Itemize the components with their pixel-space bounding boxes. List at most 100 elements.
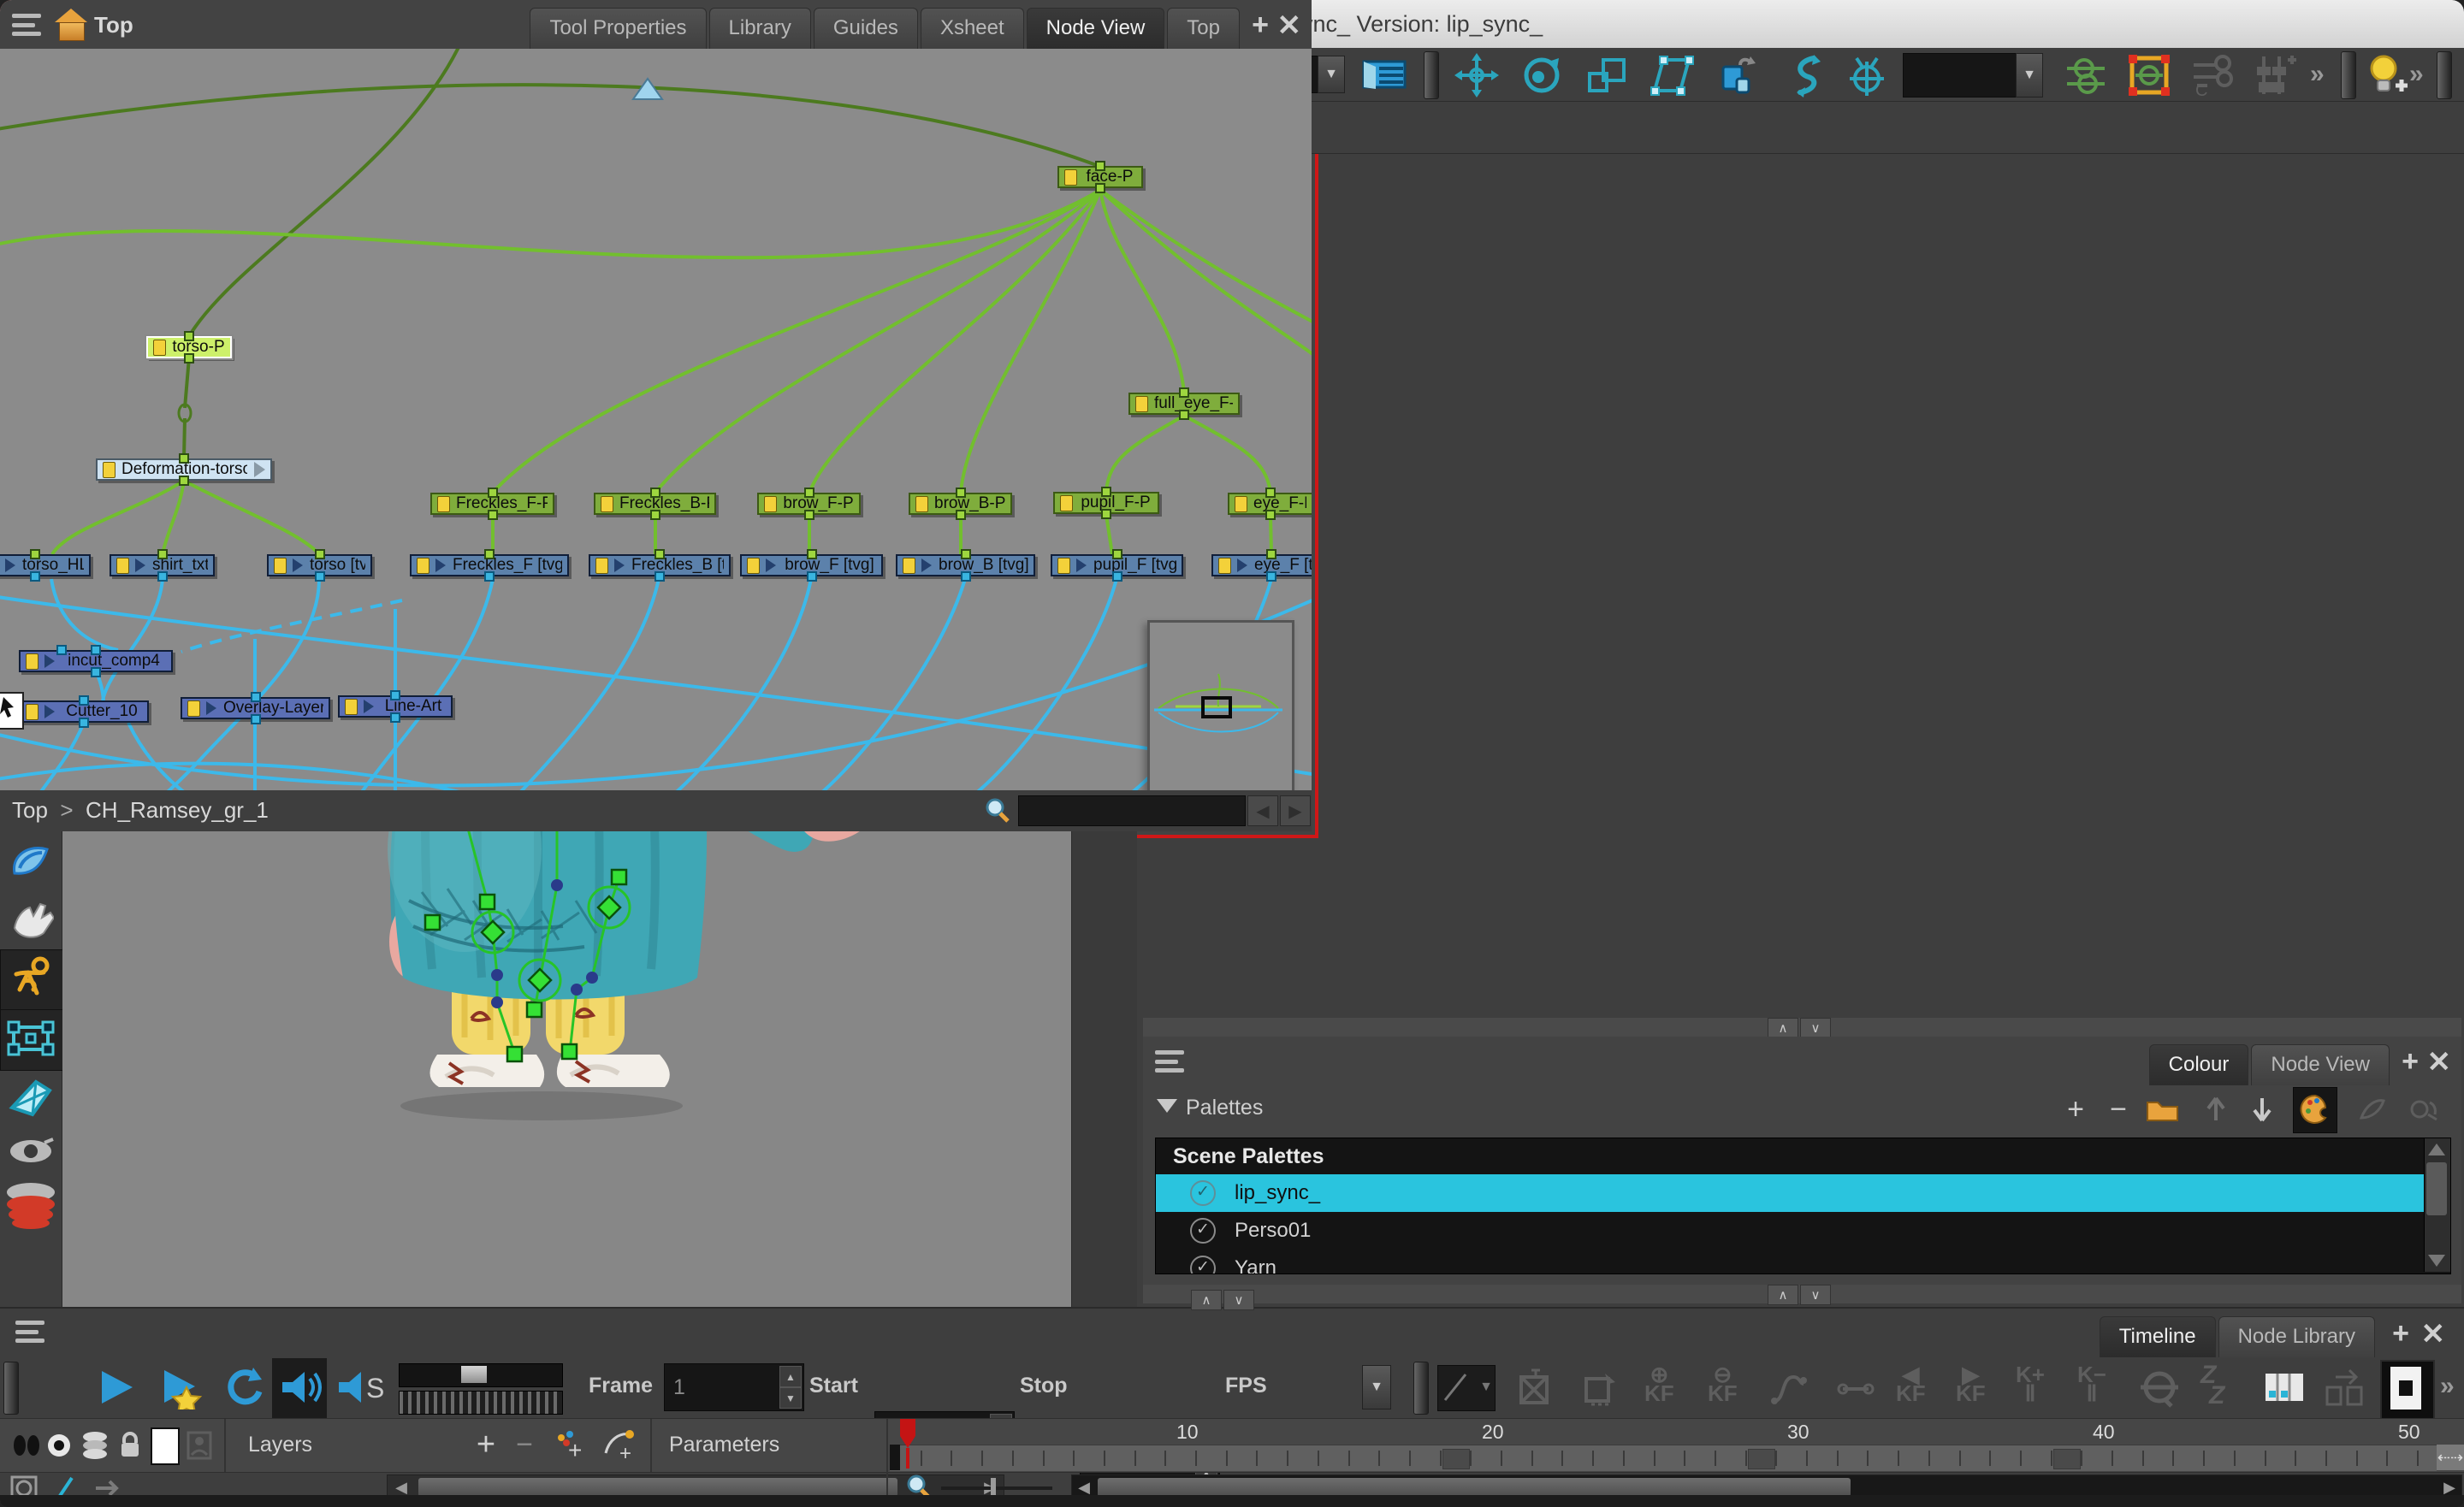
palette-check-icon[interactable]: ✓ bbox=[1190, 1218, 1216, 1244]
workspace-icon[interactable] bbox=[1360, 55, 1408, 94]
next-keyframe-icon[interactable]: ▶KF bbox=[1956, 1365, 1986, 1403]
node-out-port[interactable] bbox=[807, 571, 817, 582]
node-face-P[interactable]: face-P bbox=[1057, 166, 1143, 188]
node-in-port[interactable] bbox=[654, 549, 665, 559]
node-in-port[interactable] bbox=[79, 695, 89, 706]
sound-scrub-icon[interactable]: S bbox=[335, 1365, 387, 1409]
node-Freckles_F[tvg][interactable]: Freckles_F [tvg] bbox=[410, 554, 569, 576]
node-expand-icon[interactable] bbox=[254, 462, 265, 477]
tab-guides[interactable]: Guides bbox=[814, 8, 918, 49]
node-in-port[interactable] bbox=[488, 488, 498, 498]
node-in-port[interactable] bbox=[1179, 387, 1189, 398]
node-Line-Art[interactable]: Line-Art bbox=[338, 695, 453, 718]
node-in-port[interactable] bbox=[315, 549, 325, 559]
node-pupil_F-P[interactable]: pupil_F-P bbox=[1053, 492, 1159, 514]
remove-layer-icon[interactable]: − bbox=[512, 1427, 537, 1462]
transform-icon[interactable] bbox=[1715, 53, 1759, 98]
node-out-port[interactable] bbox=[804, 510, 814, 520]
segment-mode-icon[interactable]: ▼ bbox=[1437, 1365, 1496, 1411]
tab-top[interactable]: Top bbox=[1167, 8, 1240, 49]
inverse-kinematics-icon[interactable] bbox=[1780, 53, 1824, 98]
kite-icon[interactable] bbox=[7, 1074, 55, 1122]
node-view-menu-icon[interactable] bbox=[12, 14, 41, 36]
node-canvas[interactable]: face-Ptorso-PDeformation-torsofull_eye_F… bbox=[0, 49, 1312, 790]
node-out-port[interactable] bbox=[1095, 183, 1105, 193]
play-icon[interactable] bbox=[92, 1365, 140, 1409]
splitter-down-icon[interactable]: ∨ bbox=[1223, 1290, 1254, 1310]
node-Cutter_10[interactable]: Cutter_10 bbox=[19, 700, 149, 723]
node-expand-icon[interactable] bbox=[766, 558, 776, 572]
node-expand-icon[interactable] bbox=[135, 558, 145, 572]
palette-icon[interactable] bbox=[2298, 1092, 2332, 1126]
add-light-icon[interactable] bbox=[2363, 51, 2409, 99]
sliders-icon[interactable] bbox=[2250, 51, 2298, 99]
node-out-port[interactable] bbox=[390, 712, 400, 723]
node-out-port[interactable] bbox=[488, 510, 498, 520]
swatch-icon[interactable] bbox=[151, 1427, 180, 1465]
tab-timeline[interactable]: Timeline bbox=[2100, 1316, 2216, 1357]
close-view-icon[interactable]: ✕ bbox=[1277, 9, 1302, 43]
workspace-dropdown-arrow[interactable]: ▼ bbox=[1318, 56, 1345, 93]
node-out-port[interactable] bbox=[30, 571, 40, 582]
node-in-port[interactable] bbox=[1101, 487, 1111, 497]
node-expand-icon[interactable] bbox=[614, 558, 625, 572]
splitter-up-icon[interactable]: ∧ bbox=[1191, 1290, 1222, 1310]
volume-slider-handle[interactable] bbox=[461, 1366, 487, 1383]
skew-icon[interactable] bbox=[1650, 53, 1694, 98]
node-search-input[interactable] bbox=[1018, 795, 1246, 826]
show-hide-all-icon[interactable] bbox=[9, 1431, 43, 1460]
reduce-exposure-icon[interactable]: K−Ⅱ bbox=[2077, 1365, 2106, 1403]
more-chevrons-icon[interactable]: » bbox=[2409, 60, 2419, 89]
tab-xsheet[interactable]: Xsheet bbox=[921, 8, 1024, 49]
edit-palette-icon[interactable] bbox=[2354, 1094, 2389, 1125]
node-in-port[interactable] bbox=[807, 549, 817, 559]
render-play-icon[interactable] bbox=[156, 1365, 207, 1409]
node-home-icon[interactable] bbox=[55, 10, 87, 39]
search-next-icon[interactable]: ▶ bbox=[1280, 795, 1311, 826]
timeline-zoom-slider[interactable] bbox=[941, 1486, 1052, 1490]
node-in-port[interactable] bbox=[390, 690, 400, 700]
node-torso-P[interactable]: torso-P bbox=[146, 336, 232, 358]
data-view-icon[interactable] bbox=[185, 1429, 214, 1462]
node-out-port[interactable] bbox=[91, 667, 101, 677]
node-expand-icon[interactable] bbox=[5, 558, 15, 572]
add-layer-icon[interactable]: + bbox=[469, 1427, 503, 1462]
node-expand-icon[interactable] bbox=[1237, 558, 1247, 572]
node-eye_F[tvg][interactable]: eye_F [tvg] bbox=[1211, 554, 1312, 576]
close-view-icon[interactable]: ✕ bbox=[2421, 1317, 2446, 1351]
splitter-up-icon[interactable]: ∧ bbox=[1768, 1285, 1798, 1305]
node-out-port[interactable] bbox=[654, 571, 665, 582]
tab-node-view[interactable]: Node View bbox=[1027, 8, 1165, 49]
prev-keyframe-icon[interactable]: ◀KF bbox=[1896, 1365, 1926, 1403]
node-incut_comp4[interactable]: incut_comp4 bbox=[19, 650, 173, 672]
toolbar-drag-handle[interactable] bbox=[3, 1362, 19, 1415]
translate-icon[interactable] bbox=[1454, 53, 1499, 98]
node-expand-icon[interactable] bbox=[364, 700, 374, 713]
render-preview-icon[interactable]: C bbox=[2189, 51, 2236, 99]
focus-icon[interactable] bbox=[44, 1431, 75, 1460]
node-out-port[interactable] bbox=[1265, 510, 1276, 520]
scroll-handle[interactable] bbox=[418, 1478, 897, 1497]
node-expand-icon[interactable] bbox=[44, 705, 55, 718]
tab-node-view[interactable]: Node View bbox=[2251, 1044, 2390, 1085]
node-out-port[interactable] bbox=[961, 571, 971, 582]
palettes-collapse-icon[interactable] bbox=[1157, 1099, 1177, 1113]
panel-splitter-horizontal[interactable]: ∧ ∨ bbox=[1143, 1018, 2461, 1037]
node-brow_B[tvg][interactable]: brow_B [tvg] bbox=[896, 554, 1035, 576]
node-pupil_F[tvg][interactable]: pupil_F [tvg] bbox=[1051, 554, 1183, 576]
splitter-down-icon[interactable]: ∨ bbox=[1800, 1285, 1831, 1305]
node-in-port[interactable] bbox=[484, 549, 495, 559]
node-out-port[interactable] bbox=[184, 353, 194, 363]
shift-frames-icon[interactable] bbox=[2320, 1367, 2368, 1409]
lock-all-icon[interactable] bbox=[116, 1429, 144, 1462]
node-minimap[interactable] bbox=[1147, 620, 1294, 790]
node-in-port[interactable] bbox=[157, 549, 168, 559]
add-peg-icon[interactable]: + bbox=[599, 1427, 637, 1462]
node-expand-icon[interactable] bbox=[44, 654, 55, 668]
paste-mode-toggle-icon[interactable] bbox=[2380, 1360, 2435, 1420]
search-prev-icon[interactable]: ◀ bbox=[1247, 795, 1278, 826]
node-out-port[interactable] bbox=[1112, 571, 1122, 582]
node-in-port[interactable] bbox=[1266, 549, 1276, 559]
node-expand-icon[interactable] bbox=[293, 558, 303, 572]
tab-colour[interactable]: Colour bbox=[2149, 1044, 2249, 1085]
